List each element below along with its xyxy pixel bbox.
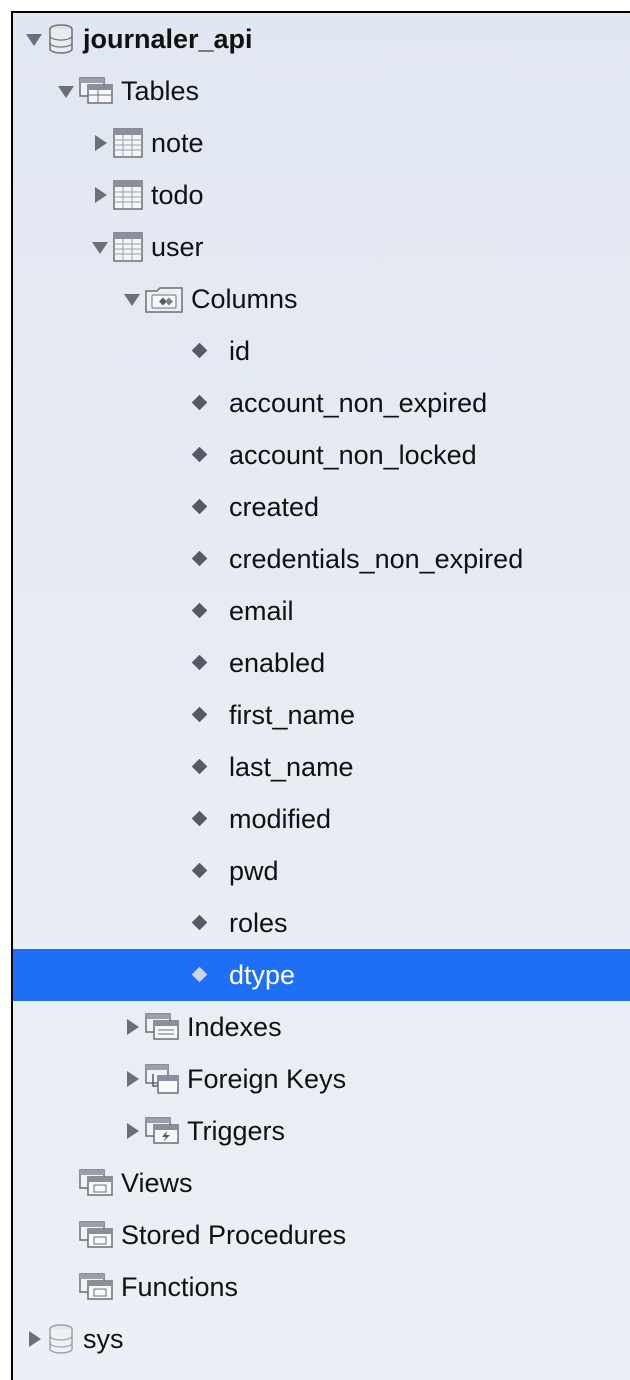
tree-item-table-note[interactable]: note [13,117,630,169]
tree-item-foreign-keys-folder[interactable]: Foreign Keys [13,1053,630,1105]
column-label: created [229,491,320,522]
disclosure-closed-icon[interactable] [121,1120,143,1142]
disclosure-closed-icon[interactable] [121,1016,143,1038]
disclosure-closed-icon[interactable] [89,184,111,206]
column-diamond-icon [189,600,211,622]
column-label: first_name [229,699,356,730]
column-diamond-icon [189,964,211,986]
tree-item-functions-folder[interactable]: Functions [13,1261,630,1313]
tree-item-stored-procedures-folder[interactable]: Stored Procedures [13,1209,630,1261]
column-diamond-icon [189,496,211,518]
column-item-pwd[interactable]: pwd [13,845,630,897]
tree-item-label: Stored Procedures [121,1219,347,1250]
column-item-created[interactable]: created [13,481,630,533]
column-label: roles [229,907,288,938]
columns-folder-icon [145,285,183,313]
tree-item-views-folder[interactable]: Views [13,1157,630,1209]
column-diamond-icon [189,392,211,414]
stored-procedures-folder-icon [79,1221,113,1249]
tree-item-label: Foreign Keys [187,1063,347,1094]
disclosure-closed-icon[interactable] [23,1328,45,1350]
column-diamond-icon [189,548,211,570]
tree-item-label: Functions [121,1271,239,1302]
column-label: email [229,595,294,626]
tree-item-label: sys [83,1323,124,1354]
tables-folder-icon [79,77,113,105]
tree-item-label: Tables [121,75,200,106]
disclosure-closed-icon[interactable] [89,132,111,154]
table-icon [113,128,143,158]
column-item-id[interactable]: id [13,325,630,377]
tree-item-table-todo[interactable]: todo [13,169,630,221]
disclosure-open-icon[interactable] [23,28,45,50]
column-diamond-icon [189,860,211,882]
column-diamond-icon [189,704,211,726]
column-label: pwd [229,855,279,886]
tree-item-table-user[interactable]: user [13,221,630,273]
tree-item-triggers-folder[interactable]: Triggers [13,1105,630,1157]
column-diamond-icon [189,444,211,466]
column-diamond-icon [189,808,211,830]
database-icon [47,23,75,55]
column-label: last_name [229,751,354,782]
column-item-first-name[interactable]: first_name [13,689,630,741]
column-item-last-name[interactable]: last_name [13,741,630,793]
column-label: credentials_non_expired [229,543,524,574]
column-item-account-non-expired[interactable]: account_non_expired [13,377,630,429]
foreign-keys-folder-icon [145,1064,179,1094]
column-label: account_non_expired [229,387,488,418]
tree-item-label: todo [151,179,204,210]
functions-folder-icon [79,1273,113,1301]
column-label: modified [229,803,332,834]
column-diamond-icon [189,756,211,778]
column-diamond-icon [189,652,211,674]
disclosure-open-icon[interactable] [89,236,111,258]
column-item-dtype-selected[interactable]: dtype [13,949,630,1001]
tree-item-schema-sys[interactable]: sys [13,1313,630,1365]
tree-item-indexes-folder[interactable]: Indexes [13,1001,630,1053]
indexes-folder-icon [145,1013,179,1041]
column-label: dtype [229,959,296,990]
column-diamond-icon [189,340,211,362]
column-item-account-non-locked[interactable]: account_non_locked [13,429,630,481]
column-diamond-icon [189,912,211,934]
column-item-modified[interactable]: modified [13,793,630,845]
schema-tree-panel: journaler_api Tables note todo user Colu… [11,11,630,1380]
table-icon [113,180,143,210]
tree-item-label: Columns [191,283,298,314]
column-item-email[interactable]: email [13,585,630,637]
disclosure-closed-icon[interactable] [121,1068,143,1090]
column-label: enabled [229,647,326,678]
column-label: account_non_locked [229,439,477,470]
disclosure-open-icon[interactable] [121,288,143,310]
tree-item-columns-folder[interactable]: Columns [13,273,630,325]
tree-item-label: note [151,127,204,158]
views-folder-icon [79,1169,113,1197]
triggers-folder-icon [145,1117,179,1145]
tree-item-label: journaler_api [83,23,253,54]
column-label: id [229,335,251,366]
column-item-enabled[interactable]: enabled [13,637,630,689]
tree-item-label: user [151,231,204,262]
column-item-roles[interactable]: roles [13,897,630,949]
tree-item-label: Views [121,1167,193,1198]
tree-item-label: Triggers [187,1115,286,1146]
database-icon [47,1323,75,1355]
tree-item-label: Indexes [187,1011,282,1042]
disclosure-open-icon[interactable] [55,80,77,102]
table-icon [113,232,143,262]
tree-item-tables-folder[interactable]: Tables [13,65,630,117]
tree-item-schema-journaler-api[interactable]: journaler_api [13,13,630,65]
column-item-credentials-non-expired[interactable]: credentials_non_expired [13,533,630,585]
